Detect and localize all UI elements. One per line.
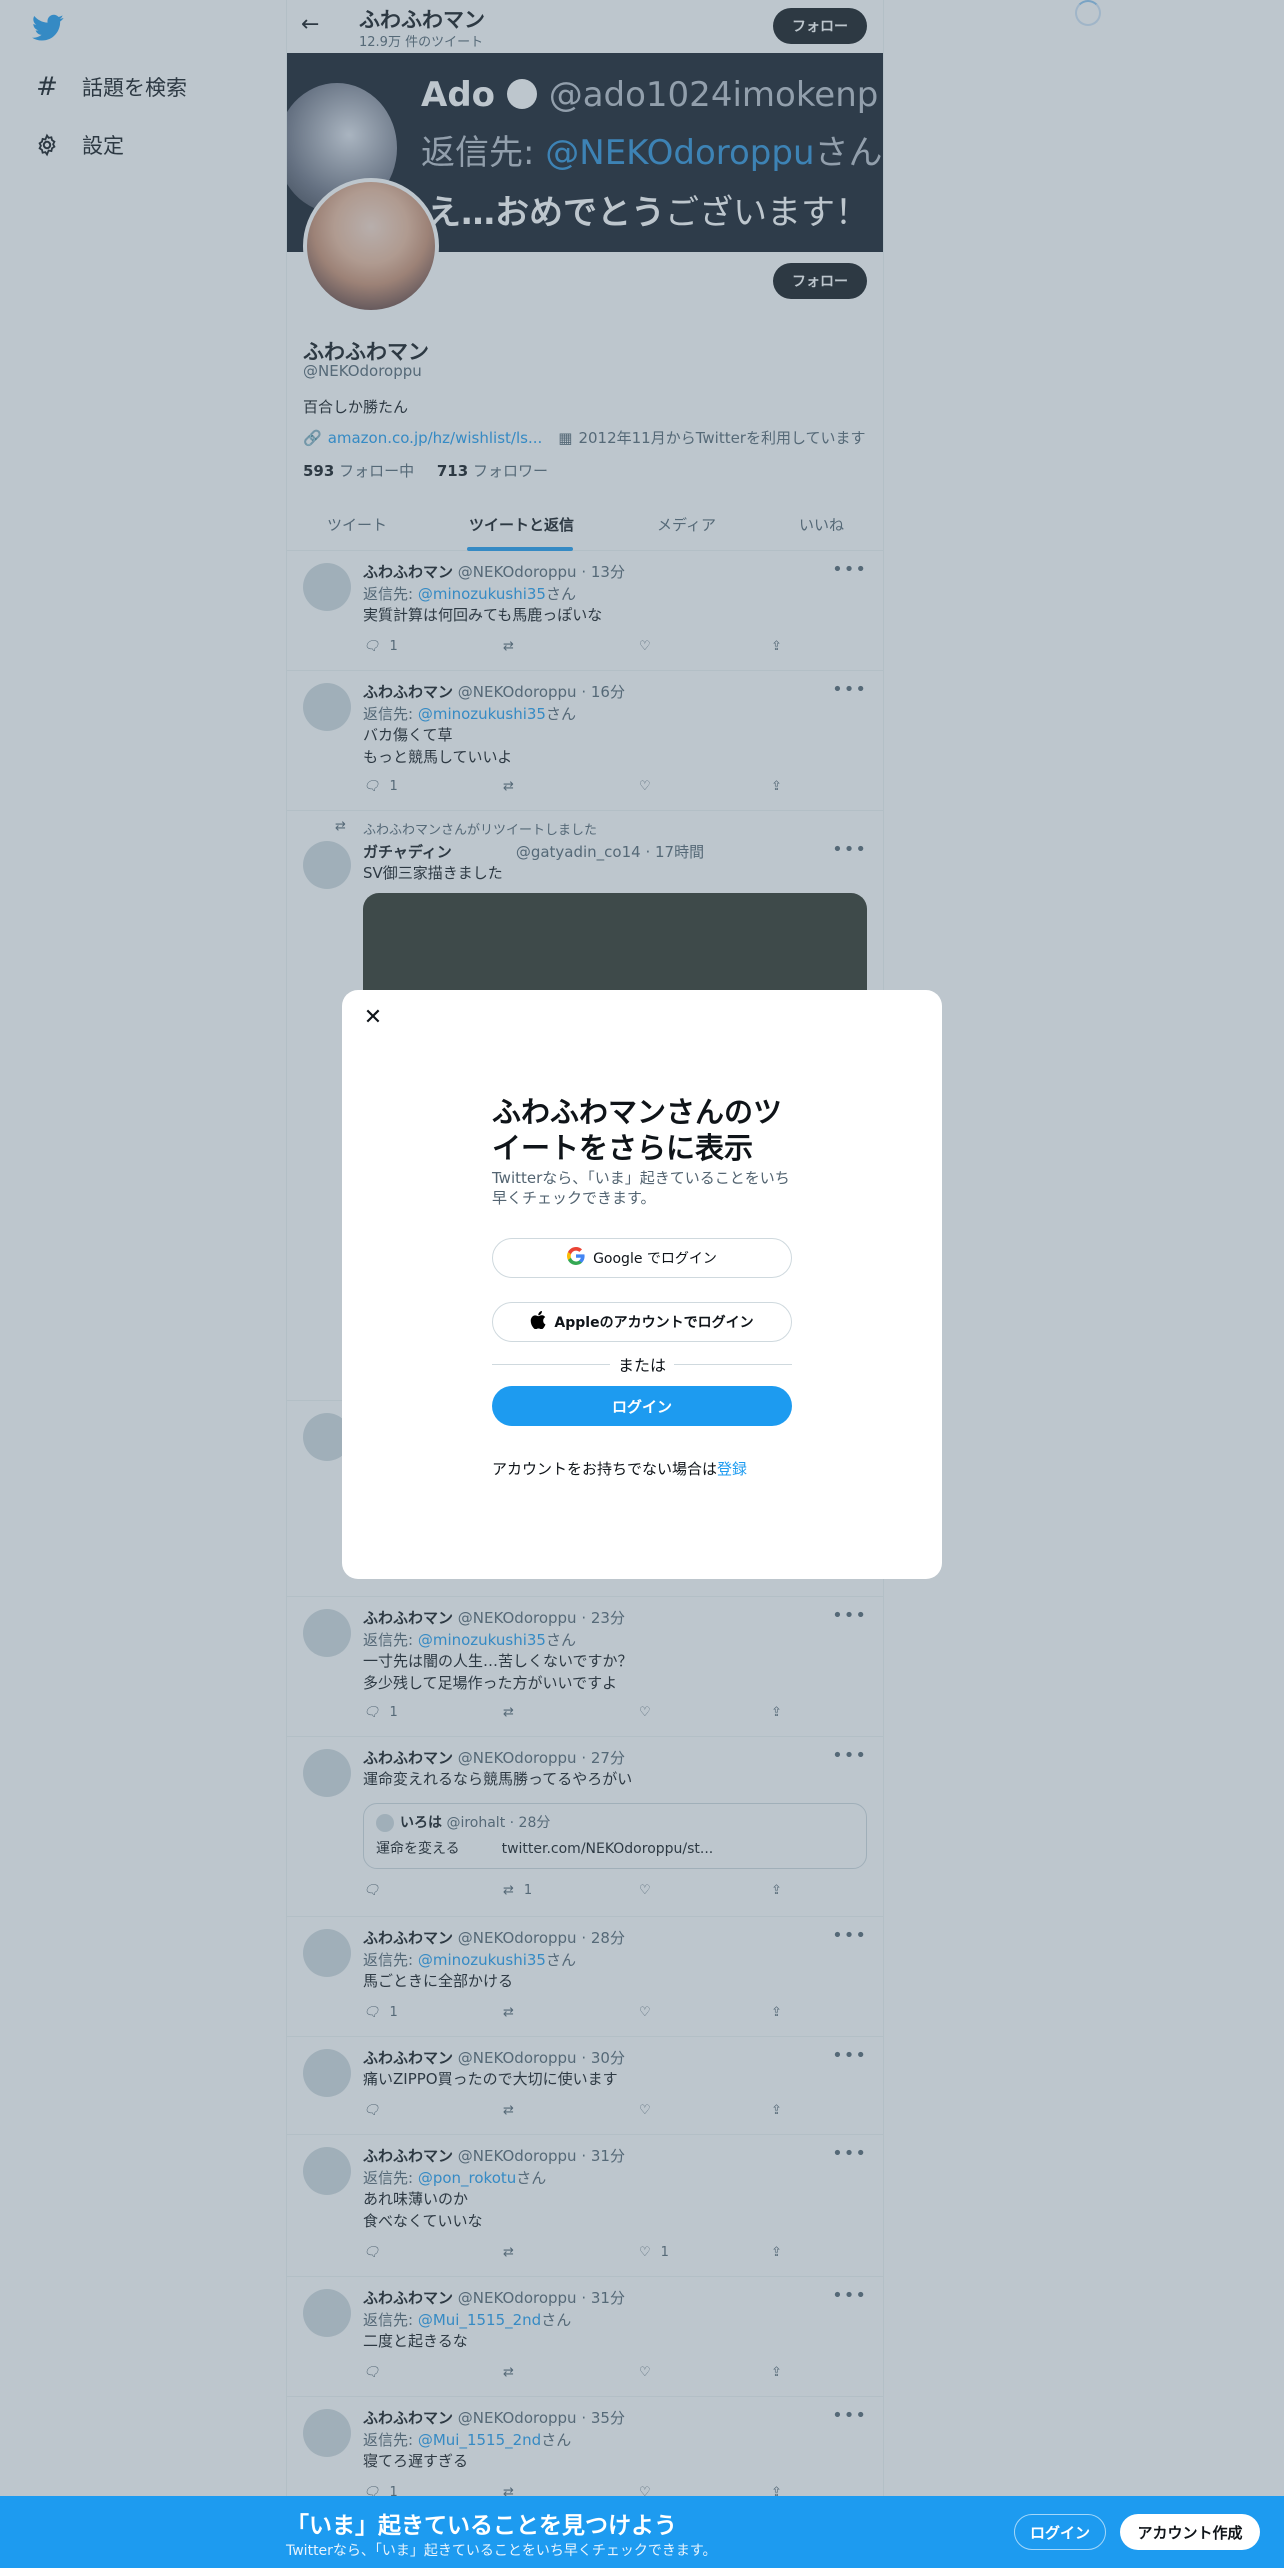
modal-subtitle: Twitterなら、「いま」起きていることをいち早くチェックできます。 xyxy=(492,1169,790,1207)
apple-login-label: Appleのアカウントでログイン xyxy=(554,1315,754,1331)
bottom-bar-subtitle: Twitterなら、「いま」起きていることをいち早くチェックできます。 xyxy=(286,2543,717,2559)
modal-title: ふわふわマンさんのツイートをさらに表示 xyxy=(492,1095,783,1165)
google-login-button[interactable]: Google でログイン xyxy=(492,1238,792,1278)
close-icon[interactable]: ✕ xyxy=(358,1002,388,1032)
login-button[interactable]: ログイン xyxy=(492,1386,792,1426)
bottom-signup-button[interactable]: アカウント作成 xyxy=(1120,2514,1260,2550)
bottom-signup-bar: 「いま」起きていることを見つけよう Twitterなら、「いま」起きていることを… xyxy=(0,2496,1284,2568)
or-label: または xyxy=(618,1356,667,1375)
signup-link[interactable]: 登録 xyxy=(717,1460,747,1478)
bottom-bar-title: 「いま」起きていることを見つけよう xyxy=(286,2513,677,2539)
login-modal: ✕ ふわふわマンさんのツイートをさらに表示 Twitterなら、「いま」起きてい… xyxy=(342,990,942,1579)
divider-line xyxy=(492,1363,610,1365)
or-divider: または xyxy=(492,1354,793,1375)
apple-login-button[interactable]: Appleのアカウントでログイン xyxy=(492,1302,792,1342)
signup-prompt: アカウントをお持ちでない場合は登録 xyxy=(492,1458,747,1479)
no-account-text: アカウントをお持ちでない場合は xyxy=(492,1460,718,1478)
google-icon xyxy=(567,1247,585,1269)
divider-line xyxy=(674,1363,793,1365)
apple-icon xyxy=(530,1311,546,1333)
google-login-label: Google でログイン xyxy=(593,1251,717,1267)
bottom-login-button[interactable]: ログイン xyxy=(1014,2514,1106,2550)
